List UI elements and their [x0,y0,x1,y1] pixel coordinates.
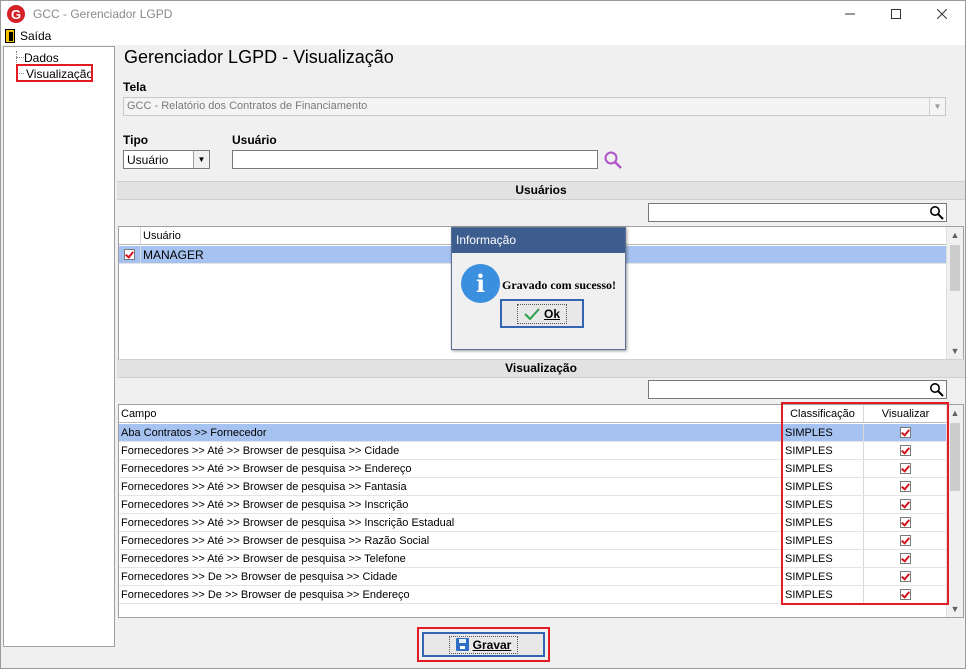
dialog-title: Informação [452,228,625,253]
main-window: G GCC - Gerenciador LGPD Saída Dados Vis… [0,0,966,669]
window-title: GCC - Gerenciador LGPD [33,7,173,21]
tree-item-dados[interactable]: Dados [24,51,59,65]
highlight-box [781,402,949,605]
tipo-label: Tipo [123,133,149,147]
search-icon[interactable] [929,382,944,397]
header-check-cell [119,227,141,244]
scroll-thumb[interactable] [950,245,960,291]
campo-cell: Fornecedores >> De >> Browser de pesquis… [119,568,782,585]
gravar-button[interactable]: Gravar [422,632,545,657]
menu-bar: Saída [1,27,965,45]
dialog-message: Gravado com sucesso! [502,278,616,292]
campo-cell: Fornecedores >> Até >> Browser de pesqui… [119,478,782,495]
app-logo-icon: G [7,5,25,23]
visualizacao-filter-input[interactable] [648,380,947,399]
checkmark-icon [524,307,540,320]
gravar-button-focus: Gravar [448,635,519,654]
maximize-icon [891,9,901,19]
campo-cell: Fornecedores >> Até >> Browser de pesqui… [119,442,782,459]
maximize-button[interactable] [873,1,919,27]
campo-cell: Fornecedores >> Até >> Browser de pesqui… [119,532,782,549]
title-bar: G GCC - Gerenciador LGPD [1,1,965,27]
campo-cell: Aba Contratos >> Fornecedor [119,424,782,441]
navigation-tree: Dados Visualização [3,46,115,647]
usuarios-filter-input[interactable] [648,203,947,222]
scroll-thumb[interactable] [950,423,960,491]
menu-exit[interactable]: Saída [20,29,51,43]
tipo-combo-value: Usuário [127,153,169,167]
ok-button-focus: Ok [516,303,567,324]
chevron-down-icon[interactable]: ▼ [193,151,209,168]
info-icon: i [461,264,500,303]
usuarios-scrollbar[interactable]: ▲ ▼ [946,227,963,359]
floppy-disk-icon [455,638,469,651]
campo-cell: Fornecedores >> Até >> Browser de pesqui… [119,550,782,567]
visualizacao-section-header: Visualização [117,359,965,378]
scroll-down-icon[interactable]: ▼ [947,601,963,617]
usuario-input[interactable] [232,150,598,169]
scroll-up-icon[interactable]: ▲ [947,227,963,243]
usuarios-section-header: Usuários [117,181,965,200]
tela-label: Tela [123,80,147,94]
highlight-box [16,64,93,82]
search-icon[interactable] [929,205,944,220]
info-dialog: Informação i Gravado com sucesso! Ok [451,227,626,350]
close-button[interactable] [919,1,965,27]
chevron-down-icon[interactable]: ▼ [929,98,945,115]
row-checkbox[interactable] [124,249,135,260]
usuario-search-button[interactable] [603,150,623,170]
tela-combo[interactable]: GCC - Relatório dos Contratos de Financi… [123,97,946,116]
magnifier-icon [604,151,622,169]
ok-button-label: Ok [543,306,560,321]
minimize-button[interactable] [827,1,873,27]
tela-combo-value: GCC - Relatório dos Contratos de Financi… [127,100,368,112]
usuario-label: Usuário [232,133,277,147]
campo-cell: Fornecedores >> Até >> Browser de pesqui… [119,496,782,513]
tree-connector [16,57,24,58]
campo-cell: Fornecedores >> Até >> Browser de pesqui… [119,460,782,477]
ok-button[interactable]: Ok [500,299,584,328]
exit-door-icon [5,29,15,43]
minimize-icon [845,13,855,15]
main-panel: Gerenciador LGPD - Visualização Tela GCC… [117,46,965,668]
tipo-combo[interactable]: Usuário ▼ [123,150,210,169]
campo-cell: Fornecedores >> Até >> Browser de pesqui… [119,514,782,531]
scroll-up-icon[interactable]: ▲ [947,405,963,421]
close-icon [937,9,947,19]
row-check-cell [119,246,141,263]
highlight-box: Gravar [417,627,550,662]
page-title: Gerenciador LGPD - Visualização [124,47,394,67]
gravar-button-label: Gravar [472,637,512,652]
scroll-down-icon[interactable]: ▼ [947,343,963,359]
column-header-campo[interactable]: Campo [119,405,782,422]
campo-cell: Fornecedores >> De >> Browser de pesquis… [119,586,782,603]
